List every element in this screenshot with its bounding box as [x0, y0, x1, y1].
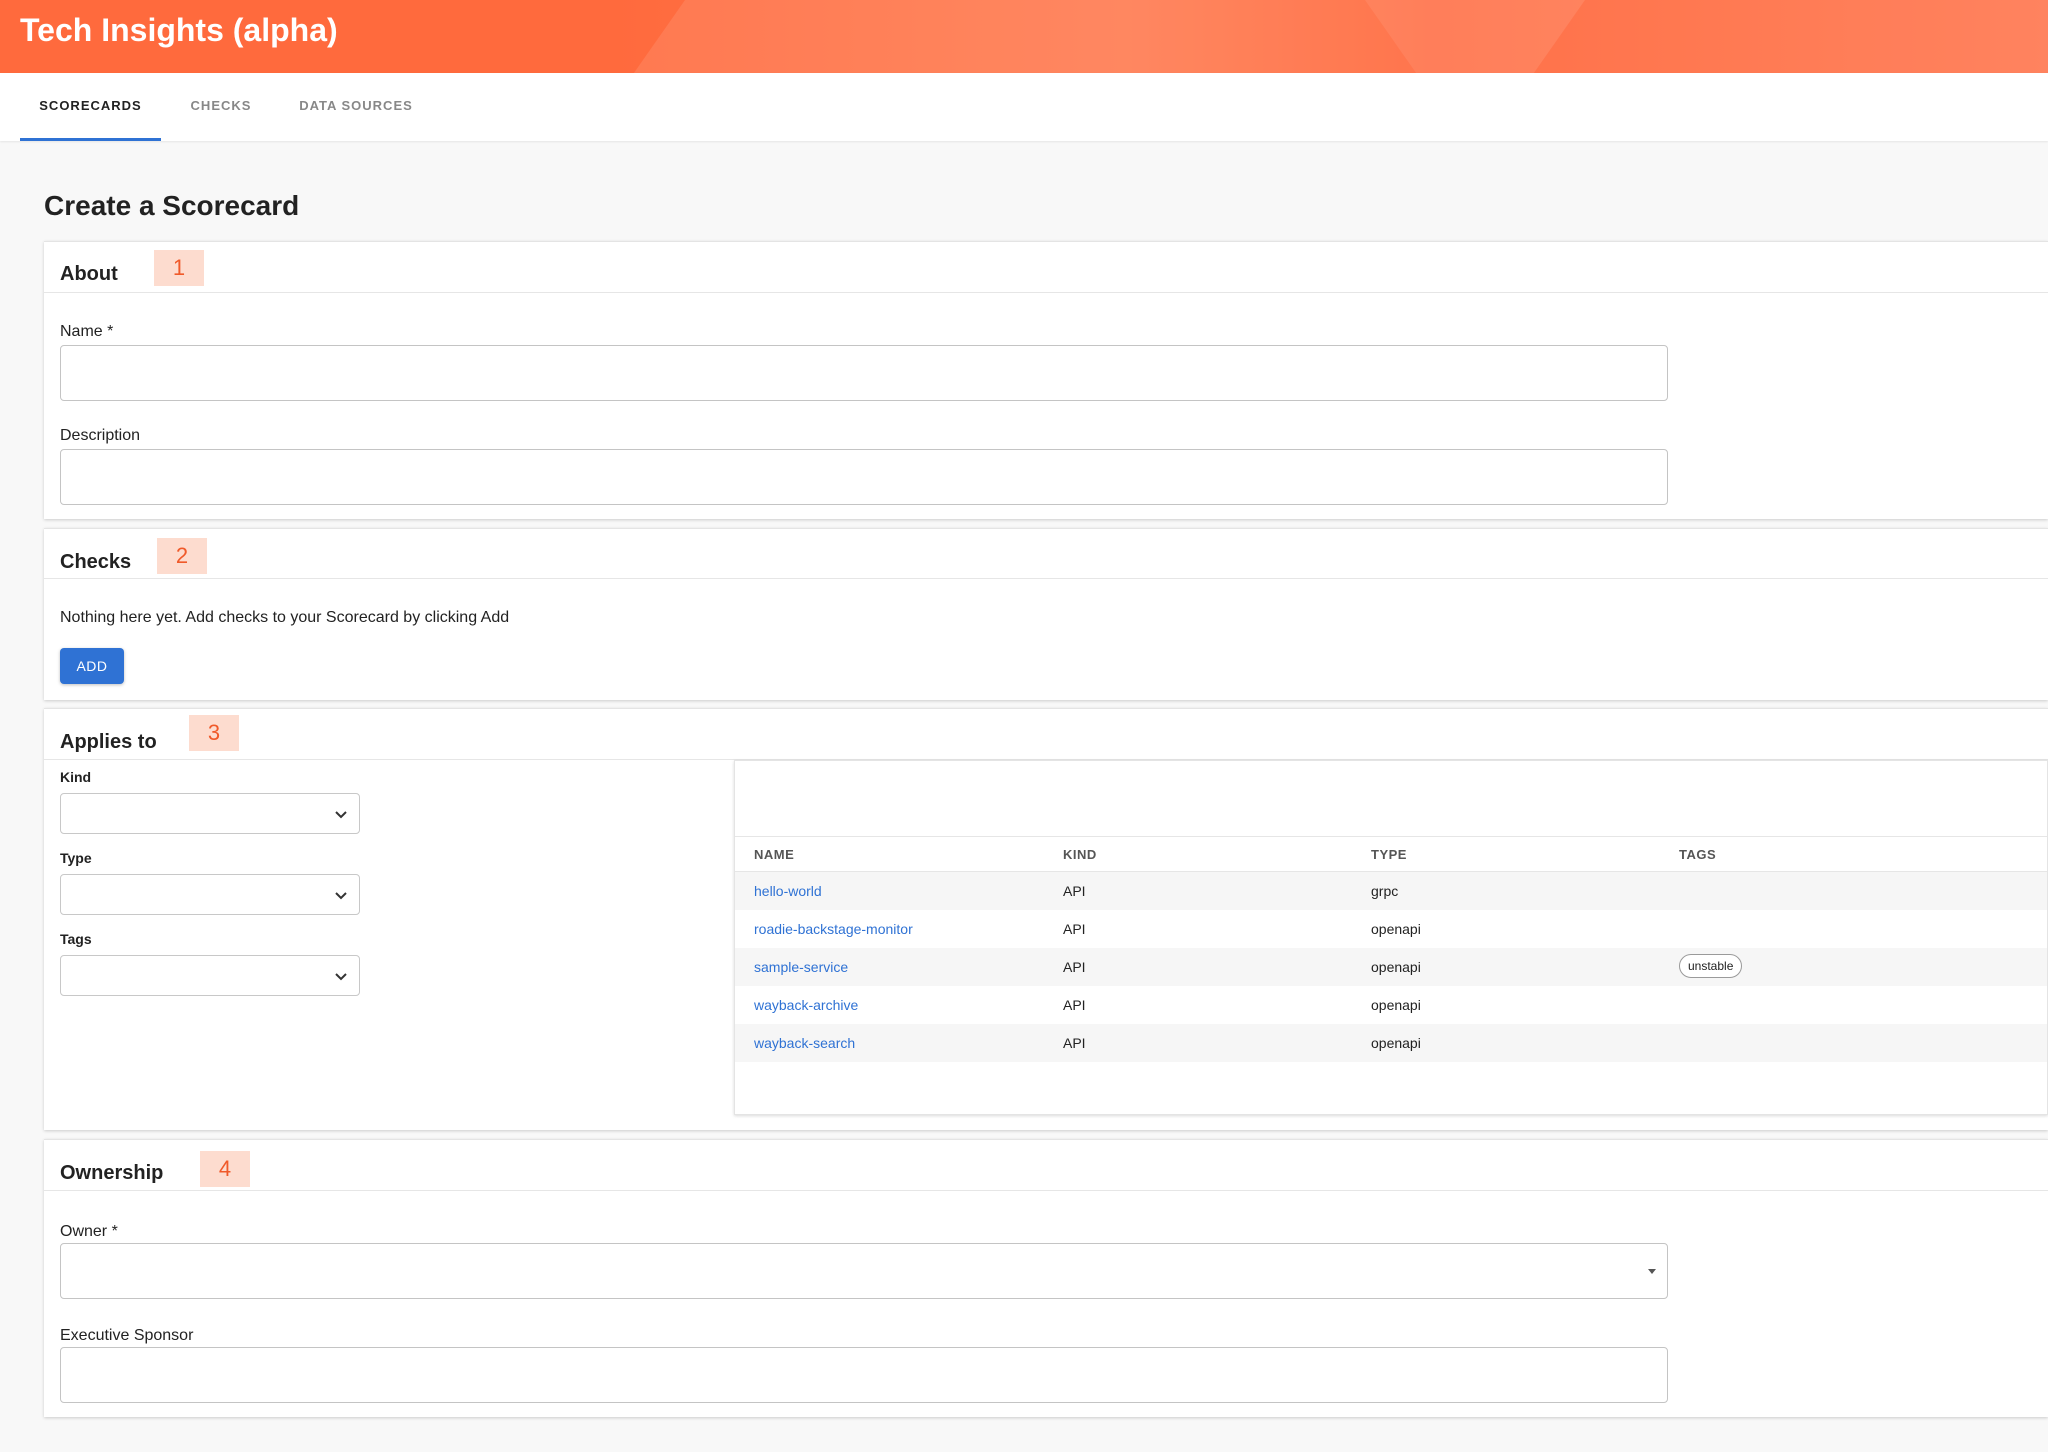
entity-name-link[interactable]: hello-world	[754, 883, 822, 899]
section-marker: 3	[189, 715, 239, 751]
column-header-tags[interactable]: TAGS	[1679, 847, 1716, 862]
entity-type: grpc	[1371, 883, 1399, 899]
entity-table: NAME KIND TYPE TAGS hello-world API grpc…	[734, 760, 2048, 1115]
card-header: Ownership 4	[44, 1140, 2048, 1191]
card-header: About 1	[44, 242, 2048, 293]
owner-label: Owner *	[60, 1223, 118, 1240]
entity-type: openapi	[1371, 921, 1421, 937]
tags-label: Tags	[60, 931, 92, 947]
description-label: Description	[60, 427, 141, 444]
sponsor-input[interactable]	[60, 1347, 1668, 1403]
sponsor-label: Executive Sponsor	[60, 1327, 194, 1344]
tab-data-sources[interactable]: DATA SOURCES	[290, 73, 422, 141]
entity-kind: API	[1063, 959, 1086, 975]
entity-name-link[interactable]: sample-service	[754, 959, 848, 975]
tab-scorecards[interactable]: SCORECARDS	[20, 73, 161, 141]
table-row: wayback-search API openapi	[735, 1024, 2047, 1062]
description-input[interactable]	[60, 449, 1668, 505]
card-title: About	[60, 263, 118, 285]
card-header: Applies to 3	[44, 709, 2048, 760]
entity-kind: API	[1063, 921, 1086, 937]
section-marker: 4	[200, 1151, 250, 1187]
tag-chip: unstable	[1679, 954, 1743, 978]
chevron-down-icon	[335, 973, 347, 981]
card-title: Ownership	[60, 1162, 164, 1184]
tags-select[interactable]	[60, 955, 360, 996]
caret-down-icon	[1648, 1269, 1656, 1274]
entity-name-link[interactable]: wayback-search	[754, 1035, 855, 1051]
entity-name-link[interactable]: wayback-archive	[754, 997, 858, 1013]
tab-bar: SCORECARDS CHECKS DATA SOURCES	[0, 73, 2048, 141]
section-marker: 1	[154, 250, 204, 286]
entity-name-link[interactable]: roadie-backstage-monitor	[754, 921, 913, 937]
about-card: About 1 Name * Description	[44, 241, 2048, 519]
app-title: Tech Insights (alpha)	[20, 12, 338, 48]
header-decoration	[1350, 0, 2048, 73]
type-label: Type	[60, 850, 92, 866]
entity-type: openapi	[1371, 959, 1421, 975]
entity-type: openapi	[1371, 997, 1421, 1013]
column-header-kind[interactable]: KIND	[1063, 847, 1097, 862]
card-title: Applies to	[60, 731, 157, 753]
entity-kind: API	[1063, 883, 1086, 899]
chevron-down-icon	[335, 892, 347, 900]
entity-type: openapi	[1371, 1035, 1421, 1051]
owner-select[interactable]	[60, 1243, 1668, 1299]
table-header: NAME KIND TYPE TAGS	[735, 836, 2047, 872]
chevron-down-icon	[335, 811, 347, 819]
column-header-type[interactable]: TYPE	[1371, 847, 1407, 862]
app-header: Tech Insights (alpha)	[0, 0, 2048, 73]
table-row: wayback-archive API openapi	[735, 986, 2047, 1024]
add-check-button[interactable]: ADD	[60, 648, 124, 684]
section-marker: 2	[157, 538, 207, 574]
type-select[interactable]	[60, 874, 360, 915]
entity-kind: API	[1063, 997, 1086, 1013]
entity-kind: API	[1063, 1035, 1086, 1051]
name-input[interactable]	[60, 345, 1668, 401]
table-row: sample-service API openapi unstable	[735, 948, 2047, 986]
kind-label: Kind	[60, 769, 92, 785]
tab-checks[interactable]: CHECKS	[172, 73, 270, 141]
kind-select[interactable]	[60, 793, 360, 834]
column-header-name[interactable]: NAME	[754, 847, 794, 862]
page-title: Create a Scorecard	[44, 190, 300, 221]
table-row: hello-world API grpc	[735, 872, 2047, 910]
checks-card: Checks 2 Nothing here yet. Add checks to…	[44, 528, 2048, 700]
applies-to-card: Applies to 3 Kind Type Tags NAME KIND TY…	[44, 708, 2048, 1130]
ownership-card: Ownership 4 Owner * Executive Sponsor	[44, 1139, 2048, 1417]
card-title: Checks	[60, 551, 132, 573]
checks-empty-text: Nothing here yet. Add checks to your Sco…	[60, 609, 510, 626]
name-label: Name *	[60, 323, 114, 340]
table-row: roadie-backstage-monitor API openapi	[735, 910, 2047, 948]
card-header: Checks 2	[44, 529, 2048, 579]
